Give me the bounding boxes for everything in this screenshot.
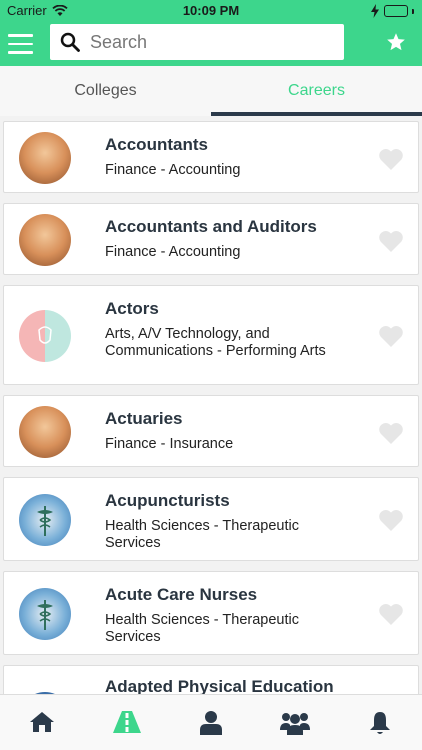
bottom-tab-bar [0,694,422,750]
career-card-actuaries[interactable]: Actuaries Finance - Insurance [3,395,419,467]
career-subtitle: Arts, A/V Technology, and Communications… [105,326,326,359]
community-icon [280,713,311,735]
career-card-acupuncturists[interactable]: Acupuncturists Health Sciences - Therape… [3,477,419,561]
career-subtitle: Finance - Insurance [105,436,234,452]
career-title: Actuaries [105,409,183,428]
tab-colleges[interactable]: Colleges [0,66,211,116]
career-title: Acupuncturists [105,491,230,510]
tab-careers[interactable]: Careers [211,66,422,116]
careers-road-icon [112,711,141,733]
search-bar[interactable] [50,24,344,60]
community-tab[interactable] [253,695,337,750]
home-icon [30,712,55,732]
coins-icon [19,132,71,184]
profile-tab[interactable] [169,695,253,750]
battery-icon [384,5,408,17]
career-subtitle: Finance - Accounting [105,244,241,260]
battery-tip [412,8,414,14]
career-title: Accountants and Auditors [105,217,317,236]
notifications-icon [369,712,390,734]
coins-icon [19,406,71,458]
segment-tabs: Colleges Careers [0,66,422,116]
careers-tab[interactable] [84,695,168,750]
notifications-tab[interactable] [338,695,422,750]
favorite-heart-icon[interactable] [378,230,404,252]
favorites-star-icon[interactable] [386,32,406,52]
career-subtitle: Health Sciences - Therapeutic Services [105,518,299,551]
battery-status [370,4,414,18]
favorite-heart-icon[interactable] [378,509,404,531]
caduceus-icon [19,588,71,640]
caduceus-icon [19,494,71,546]
career-subtitle: Health Sciences - Therapeutic Services [105,612,299,645]
status-bar: Carrier 10:09 PM [0,0,422,22]
search-input[interactable] [90,31,310,53]
theater-masks-icon [19,310,71,362]
home-tab[interactable] [0,695,84,750]
profile-icon [200,711,223,735]
career-list[interactable]: Accountants Finance - Accounting Account… [0,116,422,694]
career-card-accountants-auditors[interactable]: Accountants and Auditors Finance - Accou… [3,203,419,275]
search-icon [60,32,80,52]
career-subtitle: Finance - Accounting [105,162,241,178]
hamburger-menu-icon[interactable] [8,34,33,54]
career-card-accountants[interactable]: Accountants Finance - Accounting [3,121,419,193]
career-title: Actors [105,299,159,318]
career-card-acute-care-nurses[interactable]: Acute Care Nurses Health Sciences - Ther… [3,571,419,655]
clock: 10:09 PM [182,3,240,18]
career-title: Accountants [105,135,208,154]
career-card-actors[interactable]: Actors Arts, A/V Technology, and Communi… [3,285,419,385]
favorite-heart-icon[interactable] [378,325,404,347]
career-title: Adapted Physical Education [105,677,334,694]
career-card-adapted-physical-education[interactable]: Adapted Physical Education [3,665,419,694]
favorite-heart-icon[interactable] [378,603,404,625]
career-title: Acute Care Nurses [105,585,258,604]
favorite-heart-icon[interactable] [378,148,404,170]
coins-icon [19,214,71,266]
app-header [0,22,422,66]
favorite-heart-icon[interactable] [378,422,404,444]
charging-icon [371,4,379,18]
